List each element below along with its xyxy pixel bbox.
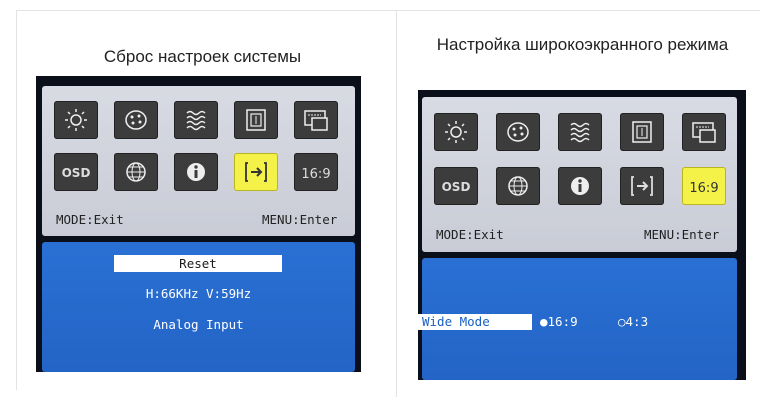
right-osd-icon-panel: OSD 16:9 MODE:Exit MENU:Enter: [422, 97, 737, 252]
left-osd-info-panel: Reset H:66KHz V:59Hz Analog Input: [42, 242, 355, 372]
left-monitor-photo: OSD 16:9 MODE:Exit MENU:Enter Reset H:66…: [36, 76, 361, 372]
brightness-icon[interactable]: [434, 113, 478, 151]
mode-exit-hint: MODE:Exit: [436, 227, 504, 242]
reset-option[interactable]: Reset: [114, 255, 282, 272]
reset-icon[interactable]: [234, 153, 278, 191]
image-settings-icon[interactable]: [174, 101, 218, 139]
wide-icon-text: 16:9: [301, 167, 330, 182]
right-caption: Настройка широкоэкранного режима: [436, 35, 729, 54]
panel-divider: [396, 10, 397, 397]
mode-exit-hint: MODE:Exit: [56, 212, 124, 227]
menu-enter-hint: MENU:Enter: [262, 212, 338, 227]
osd-icon[interactable]: OSD: [54, 153, 98, 191]
color-icon[interactable]: [114, 101, 158, 139]
osd-icon[interactable]: OSD: [434, 167, 478, 205]
osd-icon-text: OSD: [442, 180, 471, 194]
wide-mode-label: Wide Mode: [418, 314, 532, 330]
information-icon[interactable]: [558, 167, 602, 205]
image-settings-icon[interactable]: [558, 113, 602, 151]
color-icon[interactable]: [496, 113, 540, 151]
osd-icon-text: OSD: [62, 166, 91, 180]
information-icon[interactable]: [174, 153, 218, 191]
language-icon[interactable]: [496, 167, 540, 205]
option-4-3[interactable]: ○4:3: [618, 314, 648, 330]
frequency-readout: H:66KHz V:59Hz: [145, 286, 252, 301]
left-osd-icon-panel: OSD 16:9 MODE:Exit MENU:Enter: [42, 86, 355, 236]
option-16-9[interactable]: ●16:9: [540, 314, 578, 330]
right-osd-info-panel: Wide Mode ●16:9 ○4:3: [418, 258, 737, 380]
position-icon[interactable]: [234, 101, 278, 139]
language-icon[interactable]: [114, 153, 158, 191]
menu-settings-icon[interactable]: [682, 113, 726, 151]
wide-mode-icon[interactable]: 16:9: [294, 153, 338, 191]
option-16-9-label: 16:9: [547, 314, 578, 329]
left-caption: Сброс настроек системы: [103, 47, 302, 66]
option-4-3-label: 4:3: [625, 314, 649, 329]
position-icon[interactable]: [620, 113, 664, 151]
wide-icon-text: 16:9: [689, 181, 718, 196]
menu-settings-icon[interactable]: [294, 101, 338, 139]
brightness-icon[interactable]: [54, 101, 98, 139]
input-readout: Analog Input: [153, 317, 244, 332]
reset-icon[interactable]: [620, 167, 664, 205]
wide-mode-icon[interactable]: 16:9: [682, 167, 726, 205]
menu-enter-hint: MENU:Enter: [644, 227, 720, 242]
right-monitor-photo: OSD 16:9 MODE:Exit MENU:Enter Wide Mode …: [418, 90, 746, 380]
radio-unselected-icon: ○: [618, 314, 626, 329]
radio-selected-icon: ●: [540, 314, 548, 329]
